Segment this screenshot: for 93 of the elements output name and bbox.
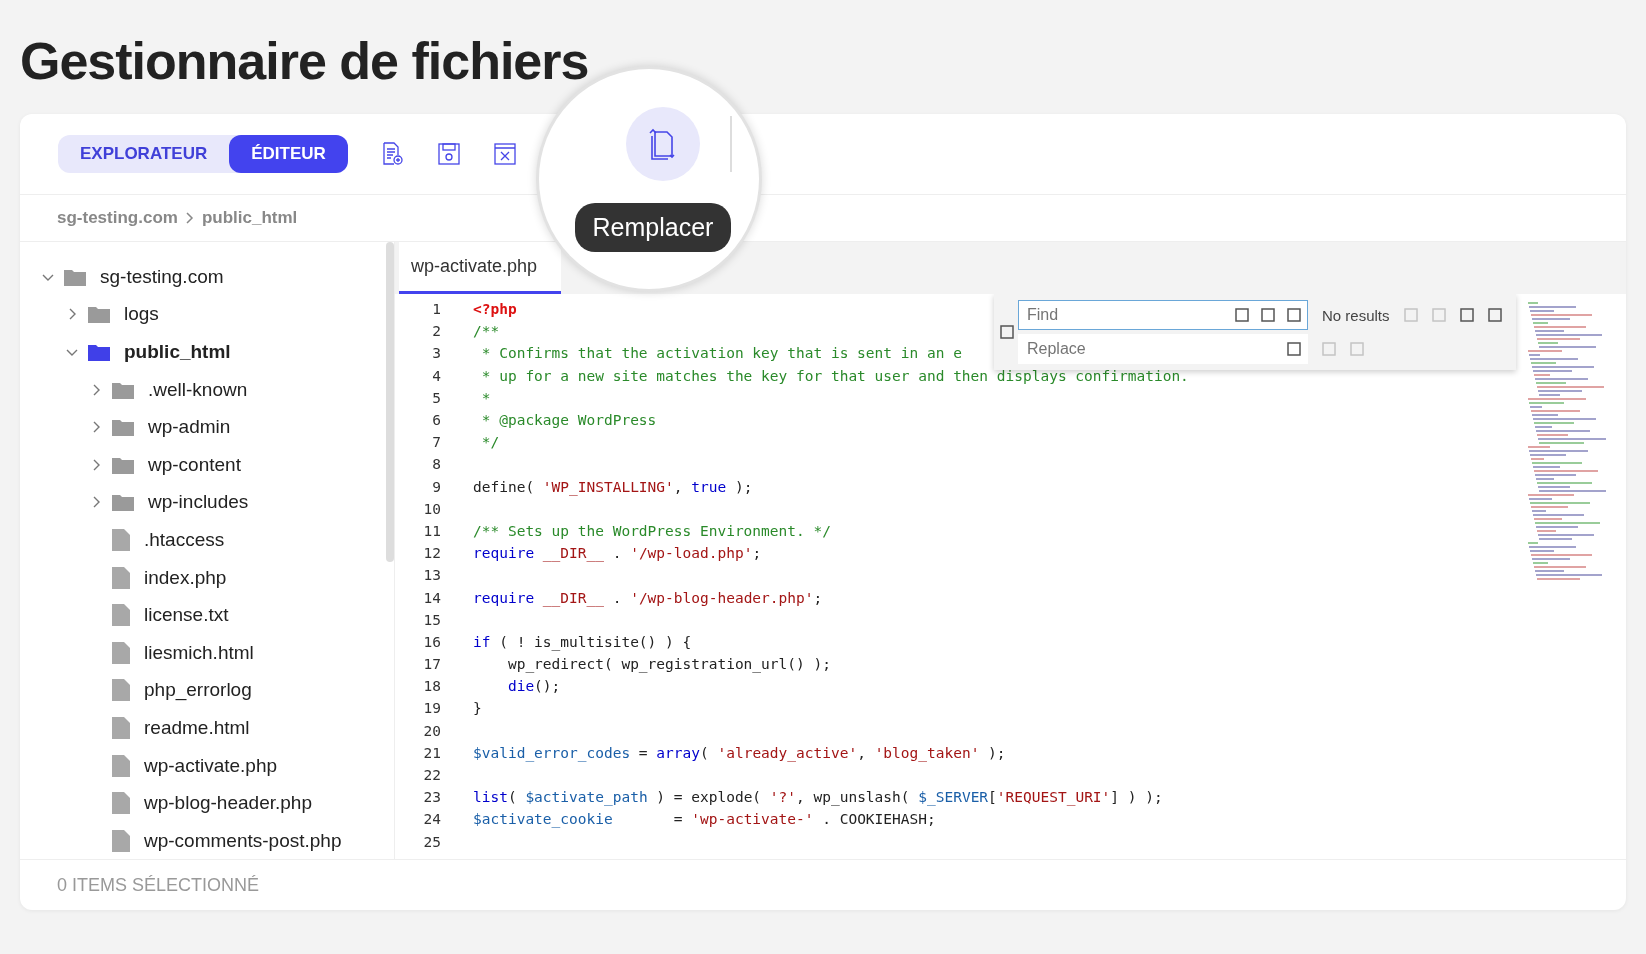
line-number: 17 <box>422 656 441 673</box>
code-line: list( $activate_path ) = explode( '?', wp_unslash( $_SERVER['REQUEST_URI'] ) ); <box>473 789 1163 806</box>
code-line: /** Sets up the WordPress Environment. */ <box>473 522 831 539</box>
file-name[interactable]: wp-comments-post.php <box>144 829 342 852</box>
code-line: * Confirms that the activation key that is sent in an e <box>480 345 962 362</box>
square-icon[interactable] <box>1000 325 1014 339</box>
line-number: 15 <box>422 611 441 628</box>
file-icon <box>112 641 130 664</box>
line-number: 16 <box>422 633 441 650</box>
line-number: 1 <box>431 301 441 318</box>
file-icon <box>112 566 130 589</box>
square-icon[interactable] <box>1235 308 1249 322</box>
code-line: */ <box>480 434 500 451</box>
code-line: require __DIR__ . '/wp-load.php'; <box>473 545 762 562</box>
line-number: 20 <box>422 722 441 739</box>
line-number: 8 <box>431 456 441 473</box>
file-name[interactable]: liesmich.html <box>144 641 254 664</box>
file-icon <box>112 679 130 702</box>
folder-name[interactable]: logs <box>124 303 159 326</box>
scrollbar[interactable] <box>386 242 394 562</box>
line-number: 13 <box>422 567 441 584</box>
find-box[interactable]: Find <box>1018 300 1308 330</box>
line-number: 9 <box>431 478 441 495</box>
file-name[interactable]: license.txt <box>144 604 229 627</box>
code-line: if ( ! is_multisite() ) { <box>473 633 692 650</box>
mode-tab[interactable]: EXPLORATEUR <box>58 135 230 173</box>
close-file-icon[interactable] <box>493 143 516 165</box>
editor-tab[interactable]: wp-activate.php <box>399 242 562 294</box>
file-name[interactable]: wp-blog-header.php <box>144 792 312 815</box>
square-icon[interactable] <box>1287 308 1301 322</box>
find-field[interactable]: Find <box>1025 305 1223 325</box>
folder-name[interactable]: public_html <box>124 341 231 363</box>
file-name[interactable]: .htaccess <box>144 528 225 551</box>
code-line: wp_redirect( wp_registration_url() ); <box>506 656 831 673</box>
folder-name[interactable]: sg-testing.com <box>100 265 224 288</box>
code-line: * @package WordPress <box>480 412 657 429</box>
code-line: * up for a new site matches the key for that user and then displays confirmation. <box>480 367 1189 384</box>
code-line: /** <box>473 323 500 340</box>
square-icon[interactable] <box>1487 308 1502 322</box>
breadcrumb-link[interactable]: sg-testing.com <box>57 208 178 228</box>
line-number: 18 <box>422 678 441 695</box>
file-name[interactable]: php_errorlog <box>144 679 252 702</box>
folder-name[interactable]: wp-admin <box>148 416 231 439</box>
line-number: 19 <box>422 700 441 717</box>
code-line: * <box>480 389 491 406</box>
square-icon[interactable] <box>1459 308 1474 322</box>
line-number: 24 <box>422 811 441 828</box>
file-name[interactable]: wp-activate.php <box>144 754 278 777</box>
save-icon[interactable] <box>437 143 460 165</box>
folder-name[interactable]: .well-known <box>148 378 248 401</box>
file-icon <box>112 716 130 739</box>
selection-count: 0 ITEMS SÉLECTIONNÉ <box>20 859 1626 910</box>
file-name[interactable]: readme.html <box>144 716 250 739</box>
code-line: die(); <box>506 678 561 695</box>
folder-name[interactable]: wp-content <box>148 453 241 476</box>
line-number: 7 <box>431 434 441 451</box>
line-number: 10 <box>422 500 441 517</box>
line-number: 2 <box>431 323 441 340</box>
match-status: No results <box>1322 306 1390 324</box>
mode-tab[interactable]: ÉDITEUR <box>229 135 348 173</box>
code-line: require __DIR__ . '/wp-blog-header.php'; <box>473 589 823 606</box>
line-number: 12 <box>422 545 441 562</box>
file-icon <box>112 754 130 777</box>
line-number: 5 <box>431 389 441 406</box>
replace-box[interactable]: Replace <box>1018 334 1308 364</box>
file-icon <box>112 829 130 852</box>
line-number: 3 <box>431 345 441 362</box>
code-line: define( 'WP_INSTALLING', true ); <box>473 478 753 495</box>
new-file-icon[interactable] <box>381 142 404 166</box>
line-number: 6 <box>431 412 441 429</box>
line-number: 4 <box>431 367 441 384</box>
breadcrumb-link[interactable]: public_html <box>201 208 298 228</box>
file-icon <box>112 604 130 627</box>
line-number: 21 <box>422 744 441 761</box>
tooltip: Remplacer <box>574 202 732 252</box>
code-line: $valid_error_codes = array( 'already_active', 'blog_taken' ); <box>473 744 1006 761</box>
folder-name[interactable]: wp-includes <box>148 491 249 514</box>
code-line: } <box>473 700 482 717</box>
line-number: 11 <box>422 522 441 539</box>
line-number: 14 <box>422 589 441 606</box>
code-line: $activate_cookie = 'wp-activate-' . COOKIEHASH; <box>473 811 936 828</box>
file-icon <box>112 528 130 551</box>
file-name[interactable]: index.php <box>144 566 227 589</box>
replace-field[interactable]: Replace <box>1025 339 1275 359</box>
chevron-right-icon <box>185 212 194 224</box>
line-number: 22 <box>422 767 441 784</box>
line-number: 25 <box>422 833 441 850</box>
line-number: 23 <box>422 789 441 806</box>
file-icon <box>112 792 130 815</box>
code-line: <?php <box>473 301 517 318</box>
square-icon[interactable] <box>1287 342 1301 356</box>
page-title: Gestionnaire de fichiers <box>20 32 590 90</box>
square-icon[interactable] <box>1261 308 1275 322</box>
